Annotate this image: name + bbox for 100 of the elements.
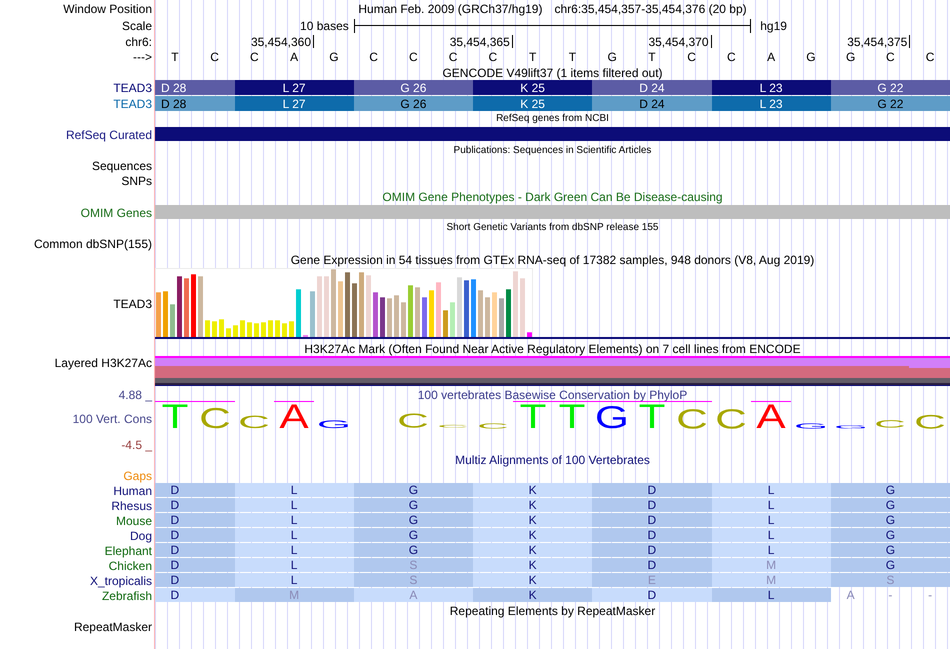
logo-letter: C xyxy=(714,408,748,428)
alignment-cell: L xyxy=(234,483,354,497)
alignment-cell: D xyxy=(592,483,712,497)
expression-bar xyxy=(443,310,448,337)
expression-bar xyxy=(345,272,350,337)
track-label: RepeatMasker xyxy=(74,620,152,632)
alignment-cell: D xyxy=(155,588,234,602)
alignment-cell: D xyxy=(592,513,712,527)
alignment-cell: A xyxy=(354,588,473,602)
logo-letter: G xyxy=(316,420,351,428)
base-letter: T xyxy=(648,51,656,63)
alignment-cell: L xyxy=(712,513,831,527)
expression-bar xyxy=(268,320,273,337)
base-letter: C xyxy=(409,51,418,63)
codon-block: D 24 xyxy=(592,80,712,95)
track-title: H3K27Ac Mark (Often Found Near Active Regulatory Elements) on 7 cell lines from ENCODE xyxy=(304,343,801,355)
alignment-cell: G xyxy=(830,513,950,527)
species-label: Chicken xyxy=(108,560,152,572)
species-label: X_tropicalis xyxy=(90,574,152,586)
base-letter: G xyxy=(846,51,856,63)
base-letter: C xyxy=(369,51,378,63)
alignment-cell: K xyxy=(473,573,592,587)
alignment-cell: K xyxy=(473,513,592,527)
coordinate-label: 35,454,370 xyxy=(648,36,708,48)
expression-bar xyxy=(247,322,252,337)
alignment-cell: S xyxy=(354,558,473,572)
alignment-base: - xyxy=(887,588,894,602)
track-label: TEAD3 xyxy=(113,298,152,310)
alignment-cell: G xyxy=(354,498,473,512)
codon-block: D 28 xyxy=(155,80,234,95)
expression-bar xyxy=(387,298,392,337)
expression-bar xyxy=(506,289,511,337)
tick-mark xyxy=(512,35,513,48)
tick-mark xyxy=(313,35,314,48)
alignment-cell: D xyxy=(155,573,234,587)
expression-bar xyxy=(457,277,462,337)
range-max-label: 4.88 _ xyxy=(118,389,152,401)
track-title: OMIM Gene Phenotypes - Dark Green Can Be Disease-causing xyxy=(382,191,723,203)
expression-bar xyxy=(471,279,476,337)
track-title: GENCODE V49lift37 (1 items filtered out) xyxy=(442,66,663,78)
row-label: ---> xyxy=(133,51,152,63)
base-letter: C xyxy=(250,51,259,63)
alignment-cell: L xyxy=(712,483,831,497)
expression-bar xyxy=(240,320,245,337)
logo-letter: C xyxy=(913,414,948,428)
expression-bar xyxy=(415,287,420,337)
expression-bar xyxy=(170,304,175,337)
alignment-cell: G xyxy=(830,543,950,557)
position-range: chr6:35,454,357-35,454,376 (20 bp) xyxy=(554,2,747,14)
alignment-cell: L xyxy=(234,543,354,557)
expression-bar xyxy=(205,320,210,337)
alignment-cell: K xyxy=(473,588,592,602)
track-title: RefSeq genes from NCBI xyxy=(496,113,609,125)
base-letter: C xyxy=(926,51,934,63)
expression-bar xyxy=(359,272,364,337)
assembly-name: Human Feb. 2009 (GRCh37/hg19) xyxy=(358,2,542,14)
track-title: Multiz Alignments of 100 Vertebrates xyxy=(455,454,650,466)
base-letter: A xyxy=(767,51,776,63)
alignment-cell: L xyxy=(712,528,831,542)
alignment-cell: E xyxy=(592,573,712,587)
track-label: Gaps xyxy=(123,470,152,482)
base-letter: C xyxy=(687,51,696,63)
range-min-label: -4.5 _ xyxy=(121,439,152,451)
logo-letter: C xyxy=(873,420,908,428)
alignment-cell: D xyxy=(592,558,712,572)
base-letter: C xyxy=(488,51,498,63)
expression-bar xyxy=(380,297,385,337)
base-letter: T xyxy=(568,51,576,63)
expression-bar xyxy=(296,289,301,337)
scale-text: 10 bases xyxy=(300,20,349,32)
expression-bar xyxy=(485,297,490,337)
base-letter: C xyxy=(210,51,219,63)
codon-block: G 26 xyxy=(354,96,473,111)
track-label: Layered H3K27Ac xyxy=(54,357,152,369)
base-letter: G xyxy=(806,51,816,63)
expression-bar xyxy=(401,302,406,337)
expression-bar xyxy=(408,285,413,337)
alignment-cell: G xyxy=(354,513,473,527)
alignment-cell: L xyxy=(712,543,831,557)
expression-bar xyxy=(282,323,287,337)
expression-bar xyxy=(261,322,266,337)
alignment-cell: D xyxy=(592,498,712,512)
base-letter: C xyxy=(448,51,458,63)
expression-bar xyxy=(254,323,259,337)
species-label: Elephant xyxy=(104,544,152,556)
expression-bar xyxy=(394,295,399,337)
alignment-cell: D xyxy=(592,588,712,602)
alignment-cell: L xyxy=(234,528,354,542)
expression-bar xyxy=(226,328,231,337)
expression-bar xyxy=(198,276,203,337)
species-label: Zebrafish xyxy=(102,590,152,602)
expression-bar xyxy=(422,297,427,337)
logo-letter: A xyxy=(277,403,312,428)
expression-bar xyxy=(499,298,504,337)
expression-bar xyxy=(373,292,378,337)
expression-bar xyxy=(310,291,315,337)
alignment-cell: G xyxy=(830,483,950,497)
expression-bar xyxy=(464,280,469,337)
codon-block: L 23 xyxy=(712,96,831,111)
alignment-cell: L xyxy=(234,573,354,587)
